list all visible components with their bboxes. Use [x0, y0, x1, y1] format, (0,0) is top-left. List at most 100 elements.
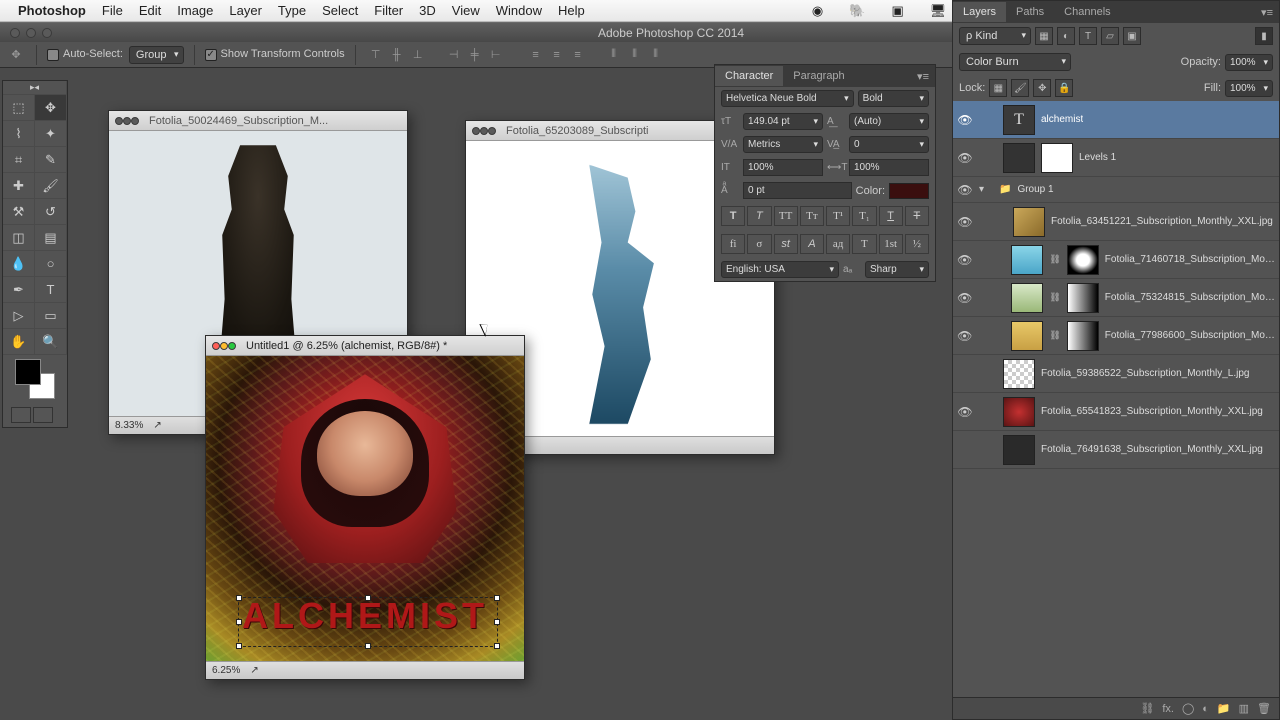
align-left-icon[interactable]: ⊣ [444, 45, 464, 65]
strikethrough-button[interactable]: T [905, 206, 929, 226]
layer-row[interactable]: Fotolia_59386522_Subscription_Monthly_L.… [953, 355, 1279, 393]
evernote-icon[interactable]: ◉ [812, 3, 823, 19]
underline-button[interactable]: T [879, 206, 903, 226]
layer-row[interactable]: 👁 ⛓ Fotolia_77986600_Subscription_Mont..… [953, 317, 1279, 355]
new-group-icon[interactable]: 📁 [1217, 702, 1231, 715]
vscale-field[interactable]: 100% [743, 159, 823, 176]
app-menu[interactable]: Photoshop [18, 3, 86, 18]
filter-adjust-icon[interactable]: ◐ [1057, 27, 1075, 45]
align-vcenter-icon[interactable]: ╫ [387, 45, 407, 65]
marquee-tool[interactable]: ⬚ [3, 95, 35, 121]
layer-row[interactable]: 👁 Fotolia_65541823_Subscription_Monthly_… [953, 393, 1279, 431]
allcaps-button[interactable]: TT [774, 206, 798, 226]
contextual-button[interactable]: σ [747, 234, 771, 254]
disclosure-icon[interactable]: ▾ [979, 184, 993, 195]
ligatures-button[interactable]: fi [721, 234, 745, 254]
add-adjustment-icon[interactable]: ◐ [1202, 703, 1209, 715]
align-hcenter-icon[interactable]: ╪ [465, 45, 485, 65]
menu-view[interactable]: View [452, 3, 480, 18]
menu-file[interactable]: File [102, 3, 123, 18]
menu-edit[interactable]: Edit [139, 3, 161, 18]
titling-button[interactable]: aд [826, 234, 850, 254]
antialias-dropdown[interactable]: Sharp [865, 261, 929, 278]
eyedropper-tool[interactable]: ✎ [35, 147, 67, 173]
layer-name[interactable]: Fotolia_63451221_Subscription_Monthly_XX… [1051, 216, 1273, 227]
show-transform-checkbox[interactable]: Show Transform Controls [205, 48, 345, 60]
filter-smart-icon[interactable]: ▣ [1123, 27, 1141, 45]
menu-image[interactable]: Image [177, 3, 213, 18]
delete-layer-icon[interactable]: 🗑 [1257, 702, 1271, 715]
layer-thumbnail[interactable] [1003, 397, 1035, 427]
new-layer-icon[interactable]: ▥ [1239, 702, 1249, 715]
layer-name[interactable]: Fotolia_65541823_Subscription_Monthly_XX… [1041, 406, 1263, 417]
channels-tab[interactable]: Channels [1054, 2, 1120, 22]
dodge-tool[interactable]: ○ [35, 251, 67, 277]
doc3-min-icon[interactable] [220, 342, 228, 350]
leading-field[interactable]: (Auto) [849, 113, 929, 130]
distribute-right-icon[interactable]: ⫴ [646, 45, 666, 65]
clone-stamp-tool[interactable]: ⚒ [3, 199, 35, 225]
layer-name[interactable]: Levels 1 [1079, 152, 1116, 163]
panel-menu-icon[interactable]: ▾≡ [911, 70, 935, 83]
layers-tab[interactable]: Layers [953, 2, 1006, 22]
blur-tool[interactable]: 💧 [3, 251, 35, 277]
elephant-icon[interactable]: 🐘 [849, 3, 865, 19]
doc3-zoom-icon[interactable] [228, 342, 236, 350]
doc1-zoom[interactable]: 8.33% [115, 420, 143, 431]
align-right-icon[interactable]: ⊢ [486, 45, 506, 65]
zoom-tool[interactable]: 🔍 [35, 329, 67, 355]
filter-kind-dropdown[interactable]: ρ Kind [959, 27, 1031, 45]
mask-thumbnail[interactable] [1067, 283, 1099, 313]
paths-tab[interactable]: Paths [1006, 2, 1054, 22]
link-icon[interactable]: ⛓ [1049, 292, 1060, 303]
visibility-toggle[interactable]: 👁 [957, 405, 973, 419]
layer-thumbnail[interactable] [1011, 245, 1043, 275]
layer-row[interactable]: Fotolia_76491638_Subscription_Monthly_XX… [953, 431, 1279, 469]
transform-bounding-box[interactable] [238, 597, 498, 647]
layer-row[interactable]: 👁 ⛓ Fotolia_71460718_Subscription_Mont..… [953, 241, 1279, 279]
filter-shape-icon[interactable]: ▱ [1101, 27, 1119, 45]
opacity-field[interactable]: 100% [1225, 54, 1273, 71]
tracking-field[interactable]: 0 [849, 136, 929, 153]
menu-layer[interactable]: Layer [229, 3, 262, 18]
brush-tool[interactable]: 🖌 [35, 173, 67, 199]
blend-mode-dropdown[interactable]: Color Burn [959, 53, 1071, 71]
quickmask-toggle[interactable] [11, 407, 31, 423]
tools-grip-icon[interactable]: ▸◂ [3, 81, 67, 95]
bold-button[interactable]: T [721, 206, 745, 226]
adjustment-thumbnail[interactable] [1003, 143, 1035, 173]
doc3-share-icon[interactable]: ↗ [250, 665, 258, 676]
doc1-share-icon[interactable]: ↗ [153, 420, 161, 431]
paragraph-tab[interactable]: Paragraph [783, 66, 854, 86]
menu-type[interactable]: Type [278, 3, 306, 18]
doc1-min-icon[interactable] [123, 117, 131, 125]
doc3-canvas[interactable]: ALCHEMIST [206, 356, 524, 661]
language-dropdown[interactable]: English: USA [721, 261, 839, 278]
display-icon[interactable]: 🖥 [930, 3, 947, 19]
link-layers-icon[interactable]: ⛓ [1140, 702, 1154, 715]
layer-row[interactable]: 👁 T alchemist [953, 101, 1279, 139]
shape-tool[interactable]: ▭ [35, 303, 67, 329]
visibility-toggle[interactable]: 👁 [957, 215, 973, 229]
layer-name[interactable]: alchemist [1041, 114, 1083, 125]
align-top-icon[interactable]: ⊤ [366, 45, 386, 65]
document-window-3[interactable]: Untitled1 @ 6.25% (alchemist, RGB/8#) * … [205, 335, 525, 680]
filter-pixel-icon[interactable]: ▦ [1035, 27, 1053, 45]
visibility-toggle[interactable]: 👁 [957, 329, 972, 343]
layer-name[interactable]: Fotolia_59386522_Subscription_Monthly_L.… [1041, 368, 1249, 379]
align-bottom-icon[interactable]: ⊥ [408, 45, 428, 65]
ordinals-button[interactable]: T [852, 234, 876, 254]
half-button[interactable]: ½ [905, 234, 929, 254]
layer-name[interactable]: Group 1 [1017, 184, 1053, 195]
distribute-vcenter-icon[interactable]: ≡ [547, 45, 567, 65]
add-mask-icon[interactable]: ◯ [1182, 702, 1194, 715]
menu-help[interactable]: Help [558, 3, 585, 18]
kerning-field[interactable]: Metrics [743, 136, 823, 153]
visibility-toggle[interactable]: 👁 [957, 151, 973, 165]
hand-tool[interactable]: ✋ [3, 329, 35, 355]
menu-filter[interactable]: Filter [374, 3, 403, 18]
mask-thumbnail[interactable] [1041, 143, 1073, 173]
type-tool[interactable]: T [35, 277, 67, 303]
layer-thumbnail[interactable]: T [1003, 105, 1035, 135]
doc3-close-icon[interactable] [212, 342, 220, 350]
